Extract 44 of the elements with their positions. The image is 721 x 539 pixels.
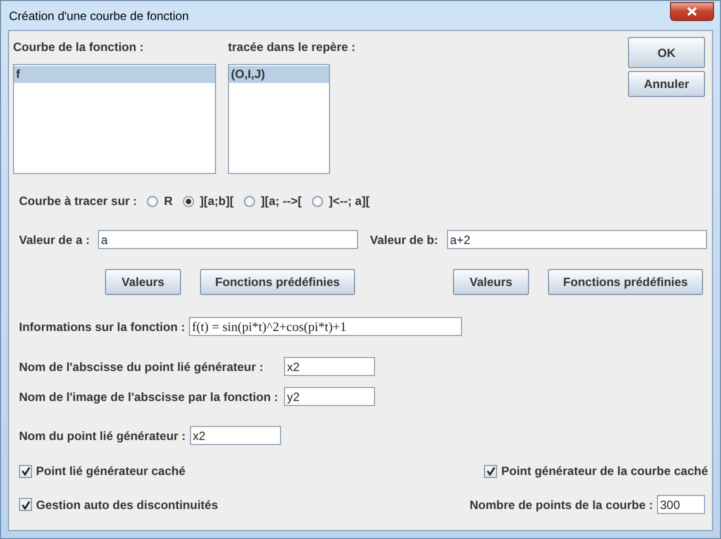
checkbox[interactable] (19, 498, 32, 511)
window-title: Création d'une courbe de fonction (9, 8, 189, 22)
field-label: Nom de l'abscisse du point lié générateur : (19, 360, 264, 374)
list-label: tracée dans le repère : (228, 40, 356, 54)
radio-label: ][a;b][ (200, 194, 234, 208)
input-field[interactable]: 300 (657, 495, 705, 514)
list-item[interactable]: f (14, 66, 215, 83)
cancel-button[interactable]: Annuler (628, 71, 705, 97)
radio-button[interactable] (182, 196, 194, 206)
checkbox[interactable] (484, 464, 498, 478)
field-label: Nombre de points de la courbe : (470, 498, 653, 512)
radio-label: ]<--; a][ (328, 194, 370, 208)
ok-button[interactable]: OK (628, 37, 705, 68)
close-icon (687, 7, 697, 16)
radio-button[interactable] (147, 196, 158, 206)
input-field[interactable]: x2 (190, 426, 281, 445)
radio-label: R (164, 194, 173, 208)
list-box[interactable]: f (13, 64, 216, 174)
list-item[interactable]: (O,I,J) (229, 66, 329, 83)
input-field[interactable]: a (98, 230, 358, 249)
input-field[interactable]: y2 (284, 387, 375, 406)
values-button[interactable]: Valeurs (105, 269, 181, 295)
input-field[interactable]: a+2 (447, 230, 707, 249)
list-label: Courbe de la fonction : (13, 40, 145, 54)
radio-button[interactable] (244, 196, 255, 206)
input-field[interactable]: f(t) = sin(pi*t)^2+cos(pi*t)+1 (189, 317, 462, 336)
field-label: Valeur de a : (19, 232, 91, 246)
checkbox[interactable] (19, 464, 32, 478)
domain-label: Courbe à tracer sur : (19, 194, 138, 208)
predefined-functions-button[interactable]: Fonctions prédéfinies (548, 269, 703, 295)
field-label: Informations sur la fonction : (19, 320, 186, 334)
values-button[interactable]: Valeurs (453, 269, 529, 295)
radio-button[interactable] (312, 196, 323, 206)
field-label: Valeur de b: (370, 232, 440, 246)
close-button[interactable] (670, 2, 714, 21)
checkbox-label: Point générateur de la courbe caché (501, 464, 708, 478)
field-label: Nom du point lié générateur : (19, 428, 186, 442)
list-box[interactable]: (O,I,J) (228, 64, 330, 174)
checkbox-label: Gestion auto des discontinuités (36, 498, 218, 512)
predefined-functions-button[interactable]: Fonctions prédéfinies (200, 269, 355, 295)
checkbox-label: Point lié générateur caché (36, 464, 186, 478)
field-label: Nom de l'image de l'abscisse par la fonction : (19, 390, 280, 404)
radio-label: ][a; -->[ (260, 194, 302, 208)
input-field[interactable]: x2 (284, 357, 375, 376)
